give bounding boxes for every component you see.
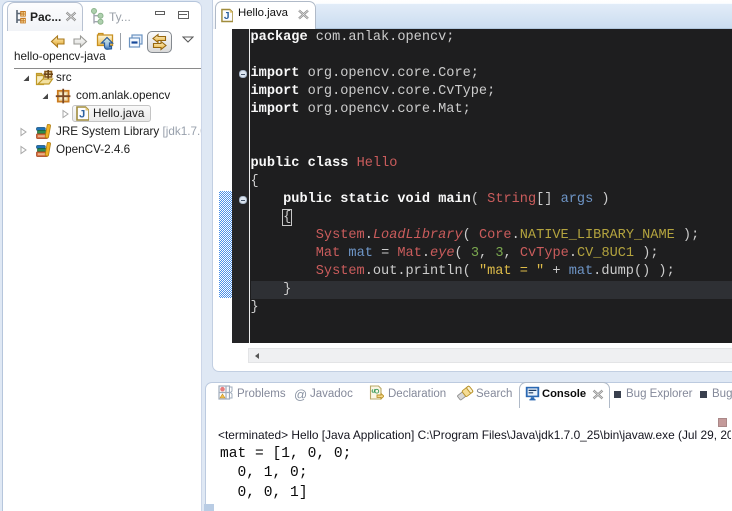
svg-text:J: J xyxy=(224,11,230,22)
svg-text:J: J xyxy=(79,109,85,121)
